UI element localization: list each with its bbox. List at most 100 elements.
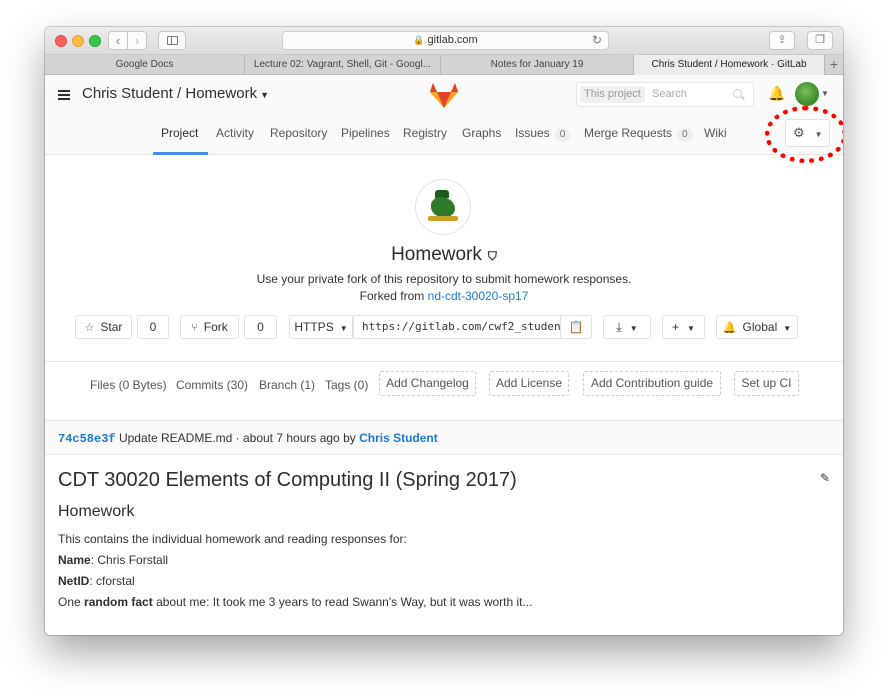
copy-url-button[interactable]: 📋	[560, 315, 592, 339]
reload-icon[interactable]: ↻	[592, 32, 602, 49]
tab-merge-requests-label: Merge Requests	[584, 126, 673, 140]
show-tabs-button[interactable]: ❐	[807, 31, 833, 50]
chevron-left-icon: ‹	[115, 33, 121, 48]
download-dropdown[interactable]: ⤓ ▼	[603, 315, 651, 339]
commit-sha-link[interactable]: 74c58e3f	[58, 432, 116, 446]
netid-label: NetID	[58, 574, 90, 588]
project-path-dropdown[interactable]: Chris Student / Homework ▼	[82, 85, 269, 102]
tab-registry[interactable]: Registry	[403, 126, 447, 140]
gitlab-tanuki-icon[interactable]	[429, 81, 459, 109]
tab-issues[interactable]: Issues 0	[515, 126, 571, 142]
minimize-window-button[interactable]	[72, 35, 84, 47]
chevron-right-icon: ›	[134, 33, 140, 48]
avatar-body	[431, 197, 455, 217]
browser-window: ‹ › 🔒 gitlab.com ↻ ⇪ ❐ Google Docs Lectur…	[45, 27, 843, 635]
browser-tab-label: Notes for January 19	[490, 59, 584, 70]
address-bar[interactable]: 🔒 gitlab.com ↻	[282, 31, 609, 50]
tab-repository[interactable]: Repository	[270, 126, 327, 140]
bell-icon[interactable]: 🔔	[768, 85, 785, 102]
fork-button[interactable]: ⑂ Fork	[180, 315, 239, 339]
chevron-down-icon: ▼	[260, 90, 269, 100]
active-tab-indicator	[153, 152, 208, 155]
sidebar-toggle-button[interactable]	[158, 31, 186, 50]
download-icon: ⤓	[616, 320, 622, 334]
project-avatar	[415, 179, 471, 235]
tags-stat[interactable]: Tags (0)	[325, 378, 368, 392]
tab-pipelines[interactable]: Pipelines	[341, 126, 390, 140]
user-avatar[interactable]	[795, 82, 819, 106]
search-input[interactable]: Search	[652, 83, 687, 106]
clone-protocol-dropdown[interactable]: HTTPS ▼	[289, 315, 353, 339]
fork-count[interactable]: 0	[244, 315, 277, 339]
browser-tab[interactable]: Notes for January 19	[441, 55, 634, 75]
name-value: : Chris Forstall	[90, 553, 169, 567]
search-box[interactable]: This project Search	[576, 82, 754, 107]
notification-level-dropdown[interactable]: 🔔 Global ▼	[716, 315, 798, 339]
new-tab-button[interactable]: +	[825, 55, 843, 75]
pencil-icon[interactable]: ✎	[820, 471, 830, 485]
url-text: gitlab.com	[427, 34, 478, 46]
sidebar-icon	[167, 36, 178, 45]
chevron-down-icon: ▼	[339, 324, 348, 333]
close-window-button[interactable]	[55, 35, 67, 47]
shield-icon: ⛉	[487, 249, 497, 263]
chevron-down-icon: ▼	[687, 324, 695, 333]
clone-url-input[interactable]: https://gitlab.com/cwf2_student/homework…	[353, 315, 565, 339]
plus-icon: +	[672, 320, 680, 334]
project-name: Homework	[391, 244, 482, 265]
star-button[interactable]: ☆ Star	[75, 315, 132, 339]
hamburger-icon[interactable]	[58, 90, 70, 100]
netid-value: : cforstal	[89, 574, 135, 588]
tab-wiki[interactable]: Wiki	[704, 126, 727, 140]
fork-icon: ⑂	[191, 322, 198, 334]
last-commit-bar: 74c58e3f Update README.md · about 7 hour…	[45, 420, 843, 455]
search-icon	[733, 89, 742, 98]
zoom-window-button[interactable]	[89, 35, 101, 47]
forked-from-link[interactable]: nd-cdt-30020-sp17	[428, 289, 529, 303]
tab-issues-label: Issues	[515, 126, 550, 140]
gitlab-header: Chris Student / Homework ▼ This project S…	[45, 75, 843, 115]
project-path: Chris Student / Homework	[82, 85, 258, 102]
fork-label: Fork	[203, 320, 228, 334]
browser-tab[interactable]: Google Docs	[45, 55, 245, 75]
add-changelog-button[interactable]: Add Changelog	[379, 371, 476, 396]
chevron-down-icon[interactable]: ▼	[821, 89, 829, 98]
add-new-dropdown[interactable]: + ▼	[662, 315, 705, 339]
back-button[interactable]: ‹	[108, 31, 128, 50]
tab-graphs[interactable]: Graphs	[462, 126, 501, 140]
commits-stat[interactable]: Commits (30)	[176, 378, 248, 392]
readme-title: CDT 30020 Elements of Computing II (Spri…	[58, 469, 517, 491]
share-button[interactable]: ⇪	[769, 31, 795, 50]
fact-prefix: One	[58, 595, 81, 609]
forward-button[interactable]: ›	[127, 31, 147, 50]
annotation-circle	[765, 106, 843, 163]
browser-tab-label: Google Docs	[115, 59, 174, 70]
setup-ci-button[interactable]: Set up CI	[734, 371, 799, 396]
search-scope-badge[interactable]: This project	[580, 86, 645, 103]
lock-icon: 🔒	[413, 35, 425, 45]
star-icon: ☆	[84, 322, 95, 334]
project-title: Homework ⛉	[45, 244, 843, 266]
forked-from: Forked from nd-cdt-30020-sp17	[45, 289, 843, 303]
branch-stat[interactable]: Branch (1)	[259, 378, 315, 392]
tab-activity[interactable]: Activity	[216, 126, 254, 140]
tab-merge-requests[interactable]: Merge Requests 0	[584, 126, 693, 142]
merge-requests-count-badge: 0	[677, 128, 693, 142]
fact-bold: random fact	[84, 595, 153, 609]
readme-intro: This contains the individual homework an…	[58, 532, 407, 546]
tabs-overview-icon: ❐	[815, 34, 825, 46]
browser-tab[interactable]: Lecture 02: Vagrant, Shell, Git - Googl.…	[245, 55, 441, 75]
readme-netid-line: NetID: cforstal	[58, 574, 135, 588]
star-label: Star	[100, 320, 123, 334]
star-count[interactable]: 0	[137, 315, 169, 339]
add-contribution-guide-button[interactable]: Add Contribution guide	[583, 371, 721, 396]
add-license-button[interactable]: Add License	[489, 371, 569, 396]
commit-author-link[interactable]: Chris Student	[359, 431, 438, 445]
name-label: Name	[58, 553, 91, 567]
clone-protocol: HTTPS	[294, 320, 334, 334]
files-stat[interactable]: Files (0 Bytes)	[90, 378, 167, 392]
issues-count-badge: 0	[554, 128, 571, 142]
browser-tab-active[interactable]: Chris Student / Homework · GitLab	[634, 55, 825, 75]
tab-project[interactable]: Project	[161, 126, 198, 140]
plus-icon: +	[829, 56, 839, 72]
